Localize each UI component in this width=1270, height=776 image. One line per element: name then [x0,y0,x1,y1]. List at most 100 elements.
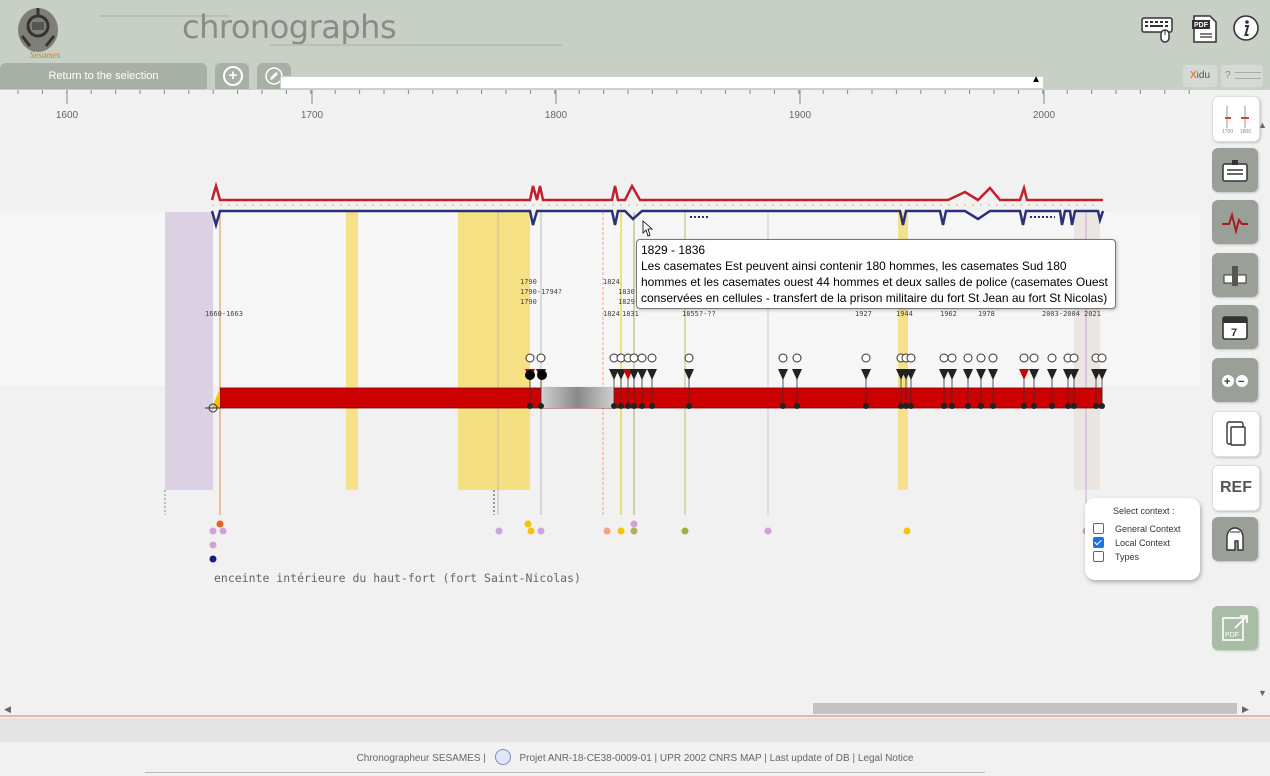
context-dot [630,527,638,535]
event-icon [647,353,657,363]
svg-text:7: 7 [1231,327,1237,339]
zoom-plus-minus-icon: + − [1222,375,1248,388]
event-dot [649,403,655,409]
help-toggle[interactable]: ? [1221,65,1263,87]
svg-text:1700: 1700 [1222,129,1233,134]
context-dot [209,527,217,535]
column-bar-icon [1223,266,1247,286]
context-dot [617,527,625,535]
return-to-selection-tab[interactable]: Return to the selection [0,63,207,89]
range-label: 1944 [896,310,913,318]
event-dot [631,403,637,409]
event-icon [939,353,949,363]
calendar-button[interactable]: 7 [1212,305,1258,349]
event-icon [525,353,535,363]
scroll-up-arrow[interactable]: ▲ [1258,120,1267,130]
event-icon [1047,353,1057,363]
event-icon [1097,353,1107,363]
red-trend-line [210,181,1103,202]
page-title: chronographs [182,8,397,46]
event-icon [963,353,973,363]
period-band-lilac [165,212,213,490]
range-label: 1824 [603,310,620,318]
scroll-down-arrow[interactable]: ▼ [1258,688,1267,698]
clipboard-icon [1222,160,1248,182]
context-selector: Select context : General Context Local C… [1085,498,1200,580]
event-dot [611,403,617,409]
local-context-checkbox[interactable] [1093,537,1104,548]
event-dot [965,403,971,409]
pdf-icon[interactable]: PDF [1190,12,1224,44]
export-pdf-button[interactable]: PDF [1212,606,1258,650]
context-dot [495,527,503,535]
sesames-logo[interactable]: Sesames [8,2,80,60]
xidu-toggle[interactable]: Xidu [1183,65,1217,87]
tab-bar: Return to the selection + ▲ Xidu ? [0,62,1270,90]
svg-text:1800: 1800 [1240,129,1251,134]
event-cluster-dot [537,370,547,380]
title-rule [270,44,562,46]
footer-lab: UPR 2002 CNRS MAP [659,753,762,764]
context-dot [524,520,532,528]
context-dot [764,527,772,535]
document-button[interactable] [1212,411,1260,457]
event-dot [863,403,869,409]
event-dot [1093,403,1099,409]
keyboard-mouse-icon[interactable] [1141,12,1175,44]
context-option-types[interactable]: Types [1093,551,1139,562]
event-dot [618,403,624,409]
range-label: 1962 [940,310,957,318]
range-label: 1790 [520,298,537,306]
activity-button[interactable] [1212,200,1258,244]
event-tooltip: 1829 - 1836 Les casemates Est peuvent ai… [636,239,1116,309]
range-label: 1829 [618,298,635,306]
event-dot [794,403,800,409]
event-icon [536,353,546,363]
scroll-right-arrow[interactable]: ▶ [1242,704,1249,715]
scroll-left-arrow[interactable]: ◀ [4,704,11,715]
event-dot [1071,403,1077,409]
ruler-label: 1800 [545,110,568,121]
year-ruler: 1600 1700 1800 1900 2000 [17,90,1190,121]
timeline-view-button[interactable]: 1700 1800 [1212,96,1260,142]
event-icon [778,353,788,363]
timeline-columns-icon: 1700 1800 [1222,106,1251,134]
event-icon [684,353,694,363]
references-button[interactable]: REF [1212,465,1260,511]
event-dot [978,403,984,409]
footer-rule [145,772,985,773]
context-dot [681,527,689,535]
actors-button[interactable] [1212,517,1258,561]
last-update-link[interactable]: Last update of DB [770,753,850,764]
event-dot [941,403,947,409]
notes-button[interactable] [1212,148,1258,192]
event-dot [1031,403,1037,409]
entity-name: enceinte intérieure du haut-fort (fort S… [214,571,581,585]
event-icon [629,353,639,363]
horizontal-scroll-thumb[interactable] [813,703,1237,714]
range-label: 1824 [603,278,620,286]
info-icon[interactable] [1230,12,1264,44]
event-dot [527,403,533,409]
chronograph-canvas[interactable]: 1660-1663 1790 1790-1794? 1790 1824 1830… [0,130,1200,590]
legal-notice-link[interactable]: Legal Notice [858,753,914,764]
event-icon [1029,353,1039,363]
general-context-checkbox[interactable] [1093,523,1104,534]
event-dot [780,403,786,409]
range-label: 1790 [520,278,537,286]
zoom-button[interactable]: + − [1212,358,1258,402]
event-icon [976,353,986,363]
status-band [0,718,1270,742]
context-dot [903,527,911,535]
footer-project: Projet ANR-18-CE38-0009-01 [519,753,652,764]
event-dot [625,403,631,409]
context-option-local[interactable]: Local Context [1093,537,1170,548]
ref-label: REF [1220,479,1252,496]
timeline-scroll-input[interactable]: ▲ [280,74,1044,89]
types-checkbox[interactable] [1093,551,1104,562]
context-option-general[interactable]: General Context [1093,523,1181,534]
structure-button[interactable] [1212,253,1258,297]
event-dot [1021,403,1027,409]
ruler-label: 2000 [1033,110,1056,121]
add-tab-button[interactable]: + [215,63,249,89]
